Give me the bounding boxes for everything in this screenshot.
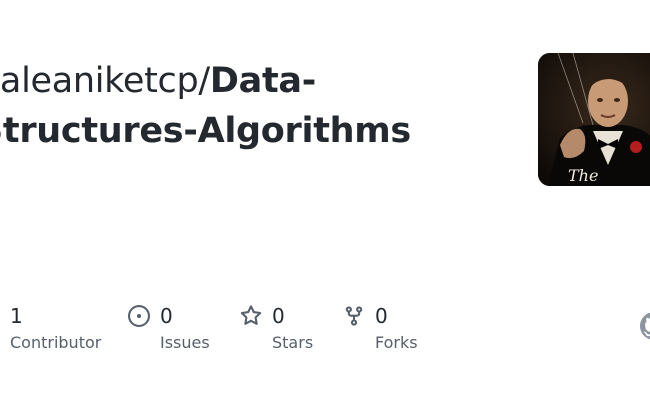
repo-social-card: paleaniketcp/Data-Structures-Algorithms	[0, 0, 650, 400]
repo-title[interactable]: paleaniketcp/Data-Structures-Algorithms	[0, 56, 458, 156]
stars-count: 0	[272, 304, 285, 328]
avatar-text: The	[568, 166, 598, 185]
contributors-count: 1	[10, 304, 23, 328]
repo-forked-icon	[343, 305, 365, 327]
repo-owner[interactable]: paleaniketcp	[0, 61, 199, 101]
repo-stats: 1 Contributor 0 Issues 0 Stars 0 Forks	[0, 300, 650, 370]
star-icon	[240, 305, 262, 327]
contributors-label: Contributor	[10, 333, 102, 352]
issues-count: 0	[160, 304, 173, 328]
forks-count: 0	[375, 304, 388, 328]
github-logo-icon	[640, 312, 650, 340]
issue-opened-icon	[128, 305, 150, 327]
stars-label: Stars	[272, 333, 314, 352]
forks-label: Forks	[375, 333, 418, 352]
owner-avatar[interactable]: The	[538, 53, 650, 186]
repo-separator: /	[198, 61, 210, 101]
avatar-image: The	[538, 53, 650, 186]
issues-label: Issues	[160, 333, 210, 352]
